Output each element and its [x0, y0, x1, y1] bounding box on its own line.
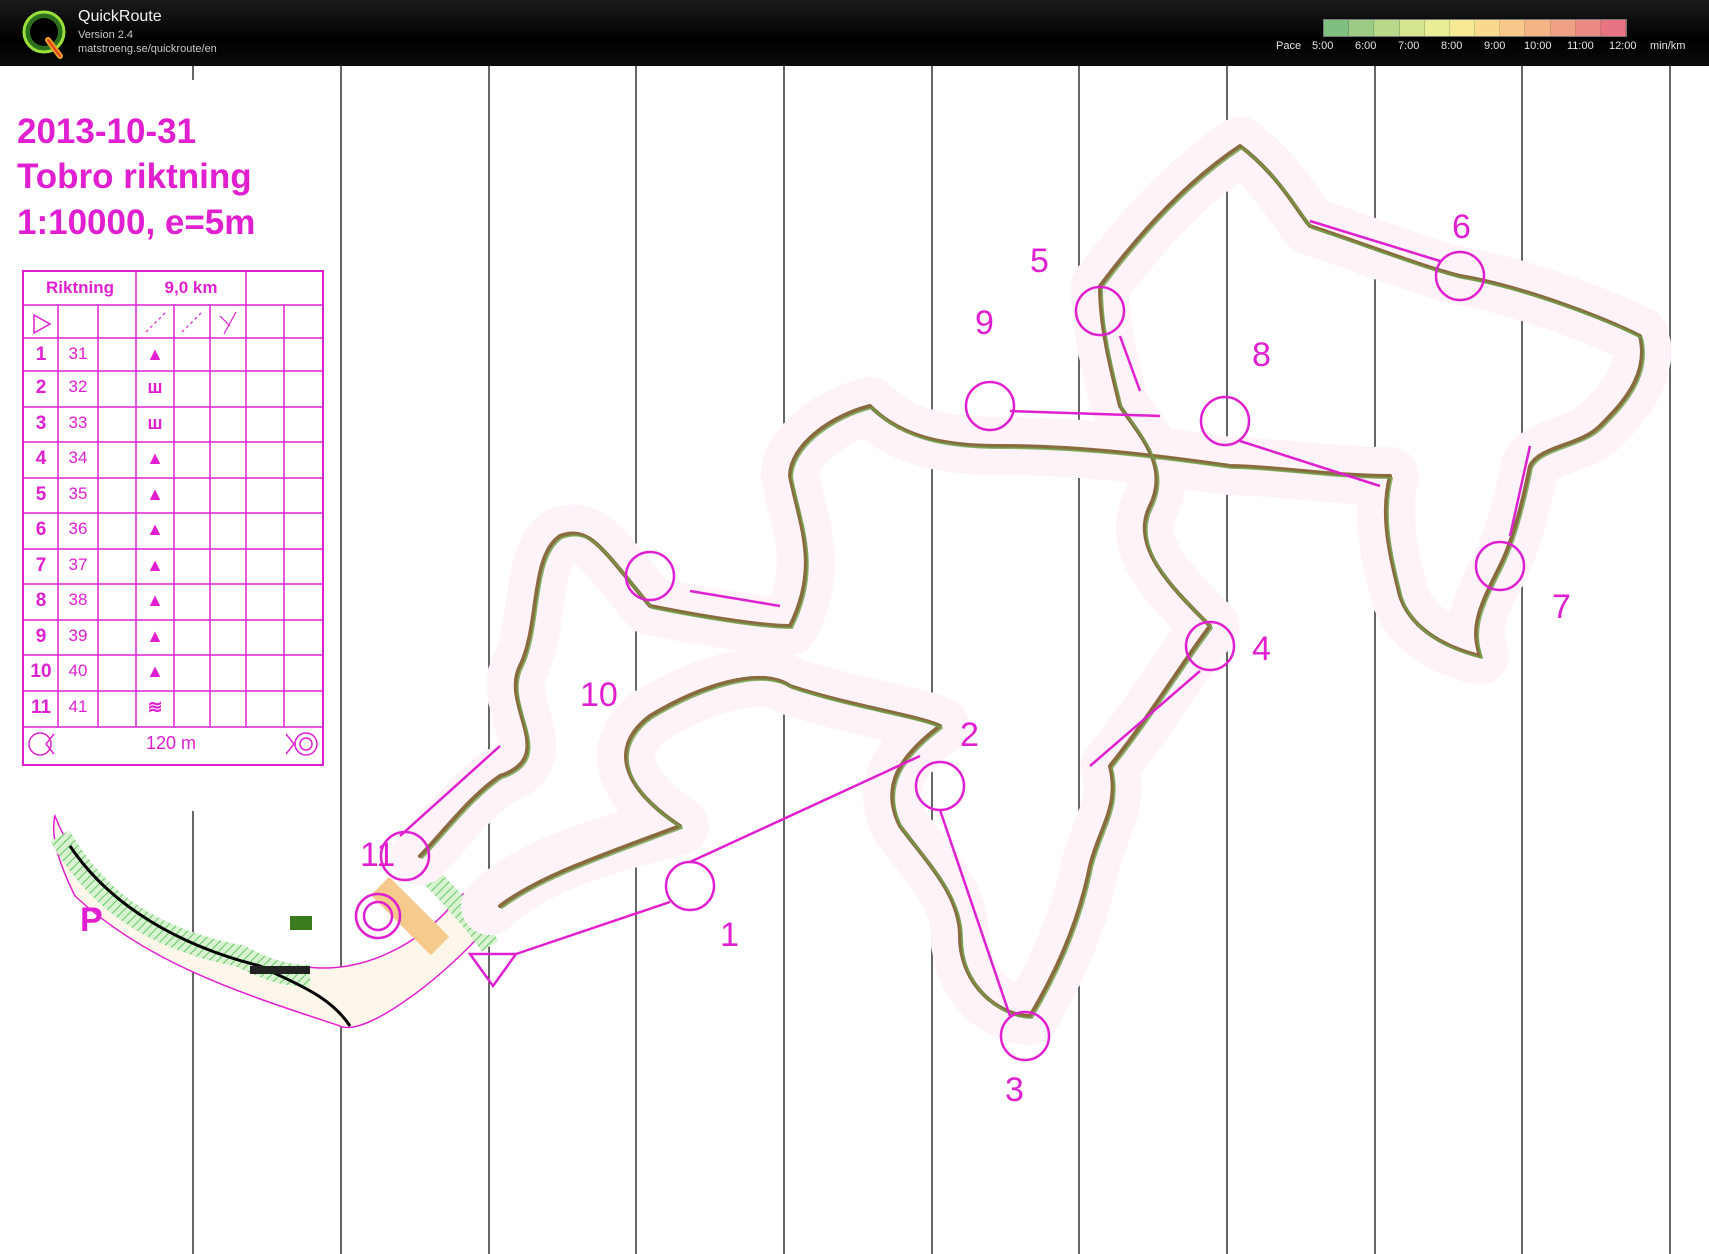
- pace-color-cell: [1475, 20, 1501, 36]
- legend-row-number: 6: [35, 519, 47, 540]
- legend-row-feature-icon: ▲: [146, 519, 164, 539]
- pace-color-cell: [1500, 20, 1526, 36]
- legend-row-code: 41: [68, 697, 88, 716]
- finish-inner-circle-icon: [362, 900, 394, 932]
- pace-tick: 5:00: [1312, 40, 1334, 52]
- pace-tick: 8:00: [1441, 40, 1463, 52]
- control-number-11: 11: [360, 836, 395, 874]
- control-number-9: 9: [975, 304, 994, 342]
- pace-color-scale: [1323, 19, 1627, 37]
- control-number-8: 8: [1252, 336, 1271, 374]
- legend-row-number: 5: [35, 484, 47, 505]
- start-triangle-icon: [467, 952, 519, 989]
- legend-row-number: 7: [35, 555, 47, 576]
- legend-row-number: 1: [35, 344, 47, 365]
- pace-color-cell: [1324, 20, 1350, 36]
- pace-tick: 11:00: [1567, 40, 1594, 52]
- legend-row-number: 4: [35, 448, 47, 469]
- pace-tick: 12:00: [1609, 40, 1637, 52]
- legend-row-code: 36: [68, 519, 88, 538]
- legend-row-feature-icon: ▲: [146, 555, 164, 575]
- pace-unit: min/km: [1650, 40, 1686, 52]
- map-title-date: 2013-10-31: [17, 112, 197, 151]
- legend-course-name: Riktning: [46, 278, 114, 297]
- control-number-4: 4: [1252, 630, 1271, 668]
- finish-circle-icon: [28, 732, 52, 756]
- legend-row-feature-icon: ▲: [146, 484, 164, 504]
- pace-tick: 6:00: [1355, 40, 1377, 52]
- legend-row-code: 40: [68, 661, 88, 680]
- pace-tick: 10:00: [1524, 40, 1552, 52]
- pace-color-cell: [1525, 20, 1551, 36]
- legend-row-code: 38: [68, 590, 88, 609]
- control-circle-2: [914, 760, 966, 812]
- quickroute-logo-icon: [22, 10, 66, 59]
- legend-row-feature-icon: ш: [147, 413, 163, 433]
- legend-row-code: 31: [68, 344, 88, 363]
- legend-row-feature-icon: ш: [147, 377, 163, 397]
- start-triangle-icon: [33, 313, 52, 335]
- control-number-2: 2: [960, 716, 979, 754]
- legend-row-number: 11: [30, 697, 52, 718]
- pace-color-cell: [1600, 20, 1627, 36]
- pace-color-cell: [1449, 20, 1476, 36]
- map-title-name: Tobro riktning: [17, 157, 252, 196]
- control-number-7: 7: [1552, 588, 1571, 626]
- pace-tick: 7:00: [1398, 40, 1420, 52]
- control-number-5: 5: [1030, 242, 1049, 280]
- legend-row-code: 32: [68, 377, 88, 396]
- control-number-3: 3: [1005, 1071, 1024, 1109]
- legend-row-feature-icon: ▲: [146, 448, 164, 468]
- legend-row-code: 34: [68, 448, 88, 467]
- start-parking-label: P: [80, 901, 103, 939]
- control-number-1: 1: [720, 916, 739, 954]
- legend-row-feature-icon: ▲: [146, 344, 164, 364]
- pace-tick: 9:00: [1484, 40, 1506, 52]
- pace-color-cell: [1424, 20, 1450, 36]
- control-number-6: 6: [1452, 208, 1471, 246]
- legend-row-code: 33: [68, 413, 88, 432]
- legend-finish-distance: 120 m: [145, 733, 197, 753]
- pace-color-cell: [1575, 20, 1601, 36]
- pace-color-cell: [1349, 20, 1375, 36]
- pace-label: Pace: [1276, 40, 1302, 52]
- legend-row-number: 3: [35, 413, 47, 434]
- legend-row-feature-icon: ▲: [146, 661, 164, 681]
- app-version: Version 2.4: [78, 29, 134, 41]
- legend-row-feature-icon: ▲: [146, 590, 164, 610]
- control-number-10: 10: [580, 676, 618, 714]
- legend-course-length: 9,0 km: [164, 278, 218, 297]
- legend-row-number: 2: [35, 377, 47, 398]
- app-name: QuickRoute: [78, 8, 162, 25]
- pace-color-cell: [1550, 20, 1576, 36]
- control-description-sheet: Riktning 9,0 km 1 31 ▲ 2 32 ш 3 33 ш 4 34 ▲ 5 35 ▲ 6 36 ▲…: [22, 270, 324, 766]
- legend-row-code: 37: [68, 555, 88, 574]
- app-header: QuickRoute Version 2.4 matstroeng.se/qui…: [0, 0, 1709, 66]
- legend-row-number: 8: [35, 590, 47, 611]
- legend-row-feature-icon: ▲: [146, 626, 164, 646]
- legend-row-number: 10: [30, 661, 52, 682]
- app-url[interactable]: matstroeng.se/quickroute/en: [78, 43, 217, 55]
- legend-row-feature-icon: ≋: [147, 697, 163, 717]
- pace-color-cell: [1399, 20, 1425, 36]
- finish-double-circle-icon: [294, 732, 318, 756]
- legend-row-number: 9: [35, 626, 47, 647]
- control-circle-1: [664, 860, 716, 912]
- map-title-scale: 1:10000, e=5m: [17, 203, 256, 242]
- legend-row-code: 39: [68, 626, 88, 645]
- pace-color-cell: [1374, 20, 1400, 36]
- legend-row-code: 35: [68, 484, 88, 503]
